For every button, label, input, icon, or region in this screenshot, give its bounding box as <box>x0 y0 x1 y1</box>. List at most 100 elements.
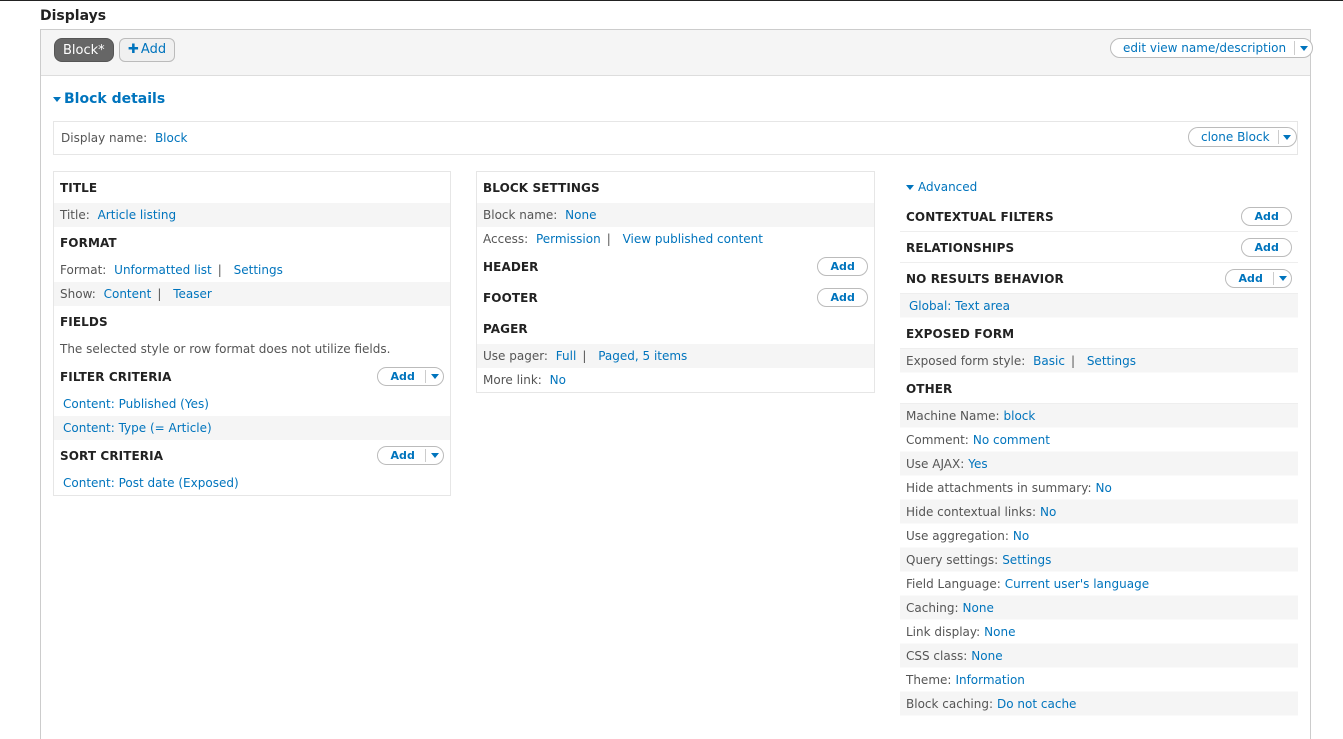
pager-detail-link[interactable]: Paged, 5 items <box>598 349 687 363</box>
other-label: Caching: <box>906 601 959 615</box>
other-value-link[interactable]: No <box>1013 529 1029 543</box>
clone-dropbutton[interactable]: clone Block <box>1188 127 1297 147</box>
chevron-down-icon <box>430 374 439 379</box>
other-row: Field Language: Current user's language <box>900 572 1298 596</box>
clone-block-button[interactable]: clone Block <box>1189 128 1278 146</box>
filter-item: Content: Published (Yes) <box>54 392 450 416</box>
other-label: Field Language: <box>906 577 1001 591</box>
other-row: Hide contextual links: No <box>900 500 1298 524</box>
other-value-link[interactable]: Settings <box>1002 553 1051 567</box>
other-value-link[interactable]: None <box>984 625 1015 639</box>
title-label: Title: <box>60 208 90 222</box>
sort-add-button[interactable]: Add <box>378 449 425 462</box>
display-name-row: Display name: Block <box>61 131 187 145</box>
edit-view-dropdown-toggle[interactable] <box>1294 41 1312 55</box>
filter-add-button[interactable]: Add <box>378 370 425 383</box>
other-label: Use AJAX: <box>906 457 965 471</box>
access-row: Access: Permission | View published conte… <box>477 227 874 251</box>
use-pager-row: Use pager: Full | Paged, 5 items <box>477 344 874 368</box>
other-value-link[interactable]: block <box>1004 409 1036 423</box>
contextual-add-button[interactable]: Add <box>1241 207 1292 226</box>
column-advanced: Advanced CONTEXTUAL FILTERS Add RELATION… <box>900 171 1298 716</box>
add-display-label: Add <box>140 42 167 57</box>
show-mode-link[interactable]: Teaser <box>173 287 212 301</box>
header-heading: HEADER <box>483 260 539 274</box>
format-value-link[interactable]: Unformatted list <box>114 263 212 277</box>
filter-link-type[interactable]: Content: Type (= Article) <box>63 421 212 435</box>
add-display-button[interactable]: ✚ Add <box>119 38 176 62</box>
other-row: Machine Name: block <box>900 404 1298 428</box>
sort-add-dropbutton[interactable]: Add <box>377 446 444 465</box>
chevron-down-icon <box>430 453 439 458</box>
tab-block[interactable]: Block* <box>54 38 114 62</box>
other-row: Use AJAX: Yes <box>900 452 1298 476</box>
filter-add-dropbutton[interactable]: Add <box>377 367 444 386</box>
clone-dropdown-toggle[interactable] <box>1277 130 1296 144</box>
header-add-button[interactable]: Add <box>817 257 868 276</box>
exposed-form-style-link[interactable]: Basic <box>1033 354 1065 368</box>
column-settings: BLOCK SETTINGS Block name: None Access: … <box>476 171 875 393</box>
other-row: Link display: None <box>900 620 1298 644</box>
filter-criteria-section: FILTER CRITERIA Add <box>54 361 450 392</box>
other-label: Hide attachments in summary: <box>906 481 1092 495</box>
relationships-add-button[interactable]: Add <box>1241 238 1292 257</box>
contextual-filters-section: CONTEXTUAL FILTERS Add <box>900 201 1298 232</box>
column-main: TITLE Title: Article listing FORMAT Form… <box>53 171 451 496</box>
other-value-link[interactable]: Yes <box>968 457 987 471</box>
other-value-link[interactable]: No <box>1096 481 1112 495</box>
relationships-heading: RELATIONSHIPS <box>906 241 1015 255</box>
other-label: Use aggregation: <box>906 529 1009 543</box>
exposed-form-settings-link[interactable]: Settings <box>1087 354 1136 368</box>
edit-view-dropbutton[interactable]: edit view name/description <box>1110 38 1314 58</box>
display-tabs-bar: Block* ✚ Add edit view name/description <box>41 30 1314 76</box>
top-border <box>0 0 1343 1</box>
no-results-add-toggle[interactable] <box>1273 272 1291 285</box>
other-row: Hide attachments in summary: No <box>900 476 1298 500</box>
other-value-link[interactable]: None <box>971 649 1002 663</box>
footer-add-button[interactable]: Add <box>817 288 868 307</box>
other-row: Comment: No comment <box>900 428 1298 452</box>
footer-add-label: Add <box>830 291 855 304</box>
filter-link-published[interactable]: Content: Published (Yes) <box>63 397 209 411</box>
more-link-value[interactable]: No <box>550 373 566 387</box>
access-detail-link[interactable]: View published content <box>623 232 763 246</box>
sort-link-post-date[interactable]: Content: Post date (Exposed) <box>63 476 239 490</box>
collapse-triangle-icon <box>53 96 61 102</box>
plus-icon: ✚ <box>128 42 139 57</box>
use-pager-link[interactable]: Full <box>556 349 577 363</box>
other-row: Theme: Information <box>900 668 1298 692</box>
no-results-section: NO RESULTS BEHAVIOR Add <box>900 263 1298 294</box>
show-value-link[interactable]: Content <box>104 287 152 301</box>
edit-view-button[interactable]: edit view name/description <box>1111 39 1294 57</box>
other-value-link[interactable]: No <box>1040 505 1056 519</box>
block-name-link[interactable]: None <box>565 208 596 222</box>
advanced-toggle[interactable]: Advanced <box>900 171 1298 201</box>
filter-add-toggle[interactable] <box>425 370 443 383</box>
block-details-toggle[interactable]: Block details <box>53 91 165 107</box>
other-value-link[interactable]: None <box>963 601 994 615</box>
no-results-add-button[interactable]: Add <box>1226 272 1273 285</box>
title-value-link[interactable]: Article listing <box>98 208 177 222</box>
chevron-down-icon <box>1299 45 1308 51</box>
display-name-link[interactable]: Block <box>155 131 187 145</box>
other-value-link[interactable]: Do not cache <box>997 697 1076 711</box>
display-name-label: Display name: <box>61 131 148 145</box>
exposed-form-label: Exposed form style: <box>906 354 1026 368</box>
access-link[interactable]: Permission <box>536 232 601 246</box>
no-results-add-dropbutton[interactable]: Add <box>1225 269 1292 288</box>
block-details-heading: Block details <box>64 91 166 107</box>
other-value-link[interactable]: Information <box>955 673 1024 687</box>
show-label: Show: <box>60 287 96 301</box>
format-settings-link[interactable]: Settings <box>234 263 283 277</box>
separator: | <box>606 232 611 246</box>
other-row: Query settings: Settings <box>900 548 1298 572</box>
collapse-triangle-icon <box>906 185 914 190</box>
sort-add-toggle[interactable] <box>425 449 443 462</box>
advanced-label: Advanced <box>918 180 978 194</box>
other-row: CSS class: None <box>900 644 1298 668</box>
separator: | <box>582 349 587 363</box>
no-results-link-text-area[interactable]: Global: Text area <box>909 299 1010 313</box>
other-value-link[interactable]: No comment <box>973 433 1050 447</box>
other-value-link[interactable]: Current user's language <box>1005 577 1149 591</box>
footer-heading: FOOTER <box>483 291 538 305</box>
